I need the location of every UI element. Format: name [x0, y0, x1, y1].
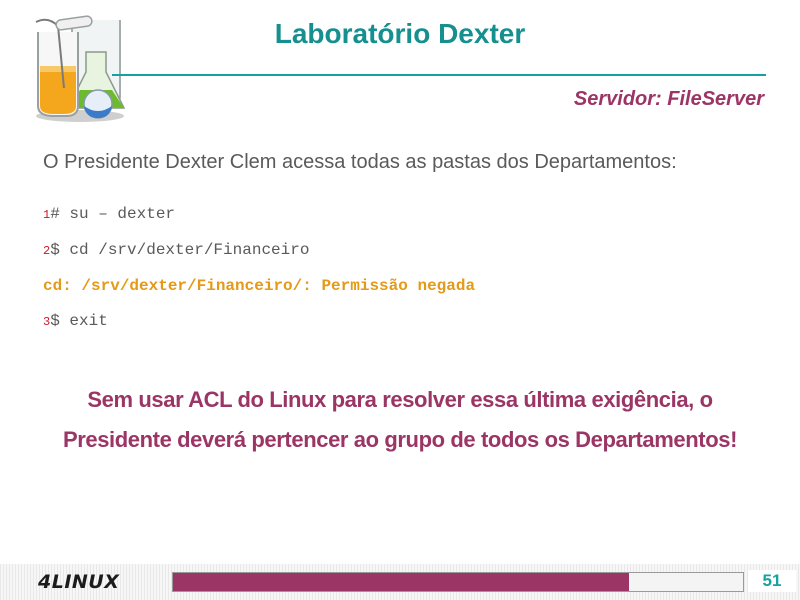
- terminal-line: 2$ cd /srv/dexter/Financeiro: [43, 241, 309, 259]
- progress-fill: [173, 573, 629, 591]
- page-number: 51: [748, 570, 796, 592]
- error-text: cd: /srv/dexter/Financeiro/: Permissão n…: [43, 277, 476, 295]
- conclusion-line-1: Sem usar ACL do Linux para resolver essa…: [87, 387, 713, 412]
- intro-text: O Presidente Dexter Clem acessa todas as…: [43, 151, 677, 173]
- command-text: $ cd /srv/dexter/Financeiro: [50, 241, 310, 259]
- title-divider: [112, 74, 766, 76]
- terminal-line: 3$ exit: [43, 312, 108, 330]
- brand-logo: 4LINUX: [38, 571, 120, 593]
- slide-progress-bar: [172, 572, 744, 592]
- page-subtitle: Servidor: FileServer: [573, 88, 764, 110]
- command-text: # su – dexter: [50, 205, 176, 223]
- terminal-error-line: cd: /srv/dexter/Financeiro/: Permissão n…: [43, 277, 475, 295]
- terminal-line: 1# su – dexter: [43, 205, 175, 223]
- footer-bar: 4LINUX 51: [0, 564, 800, 600]
- page-title: Laboratório Dexter: [274, 18, 526, 49]
- command-text: $ exit: [50, 312, 108, 330]
- conclusion-line-2: Presidente deverá pertencer ao grupo de …: [62, 427, 738, 452]
- lab-flasks-icon: [35, 15, 126, 122]
